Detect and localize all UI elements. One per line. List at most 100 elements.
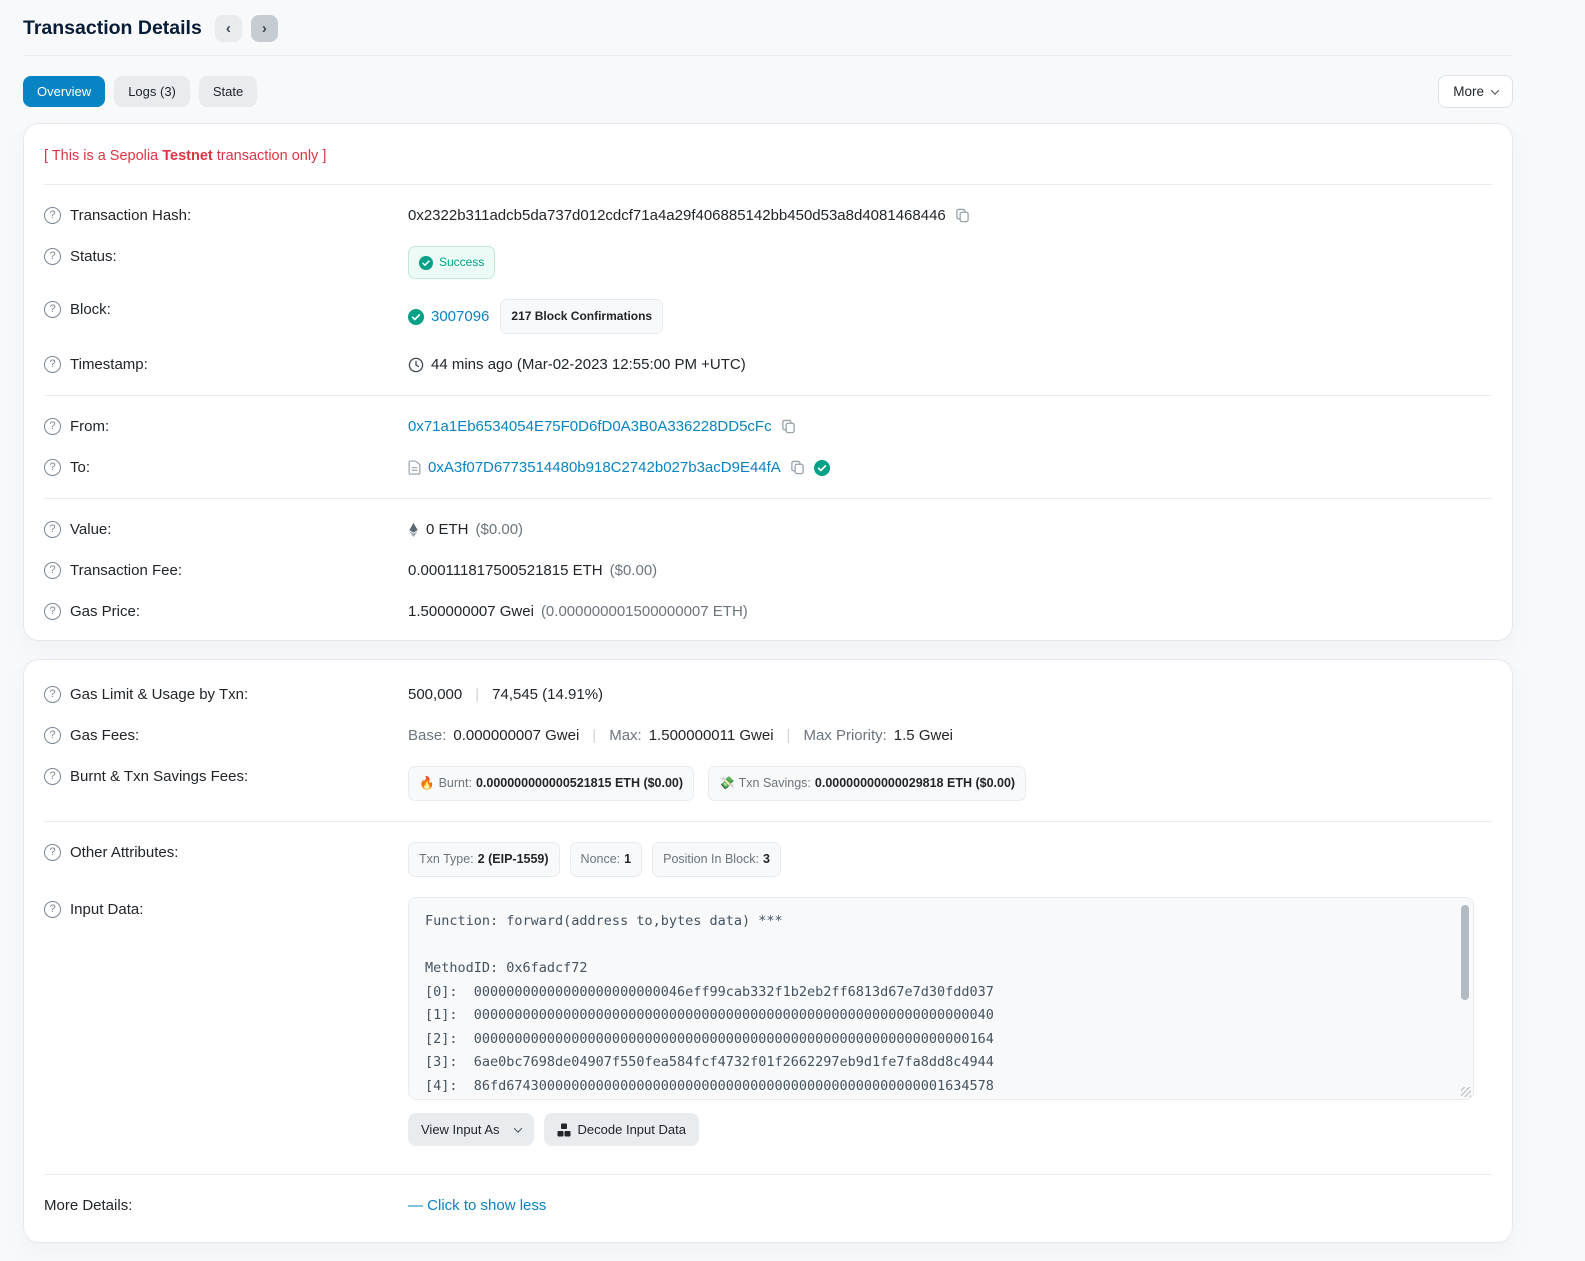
tab-overview[interactable]: Overview — [23, 76, 106, 107]
gas-price-row: ? Gas Price: 1.500000007 Gwei (0.0000000… — [44, 591, 1492, 632]
tab-state[interactable]: State — [198, 76, 258, 107]
input-data-line: MethodID: 0x6fadcf72 — [425, 960, 588, 976]
timestamp-value: 44 mins ago (Mar-02-2023 12:55:00 PM +UT… — [431, 356, 746, 373]
help-icon: ? — [44, 521, 61, 538]
burnt-fee-badge: 🔥 Burnt: 0.000000000000521815 ETH ($0.00… — [408, 766, 695, 801]
help-icon: ? — [44, 844, 61, 861]
help-icon: ? — [44, 686, 61, 703]
input-data-line: [5]: 543a0000000000000000000000000000000… — [425, 1098, 1447, 1099]
block-row: ? Block: 3007096 217 Block Confirmations — [44, 289, 1492, 344]
timestamp-label: ? Timestamp: — [44, 354, 408, 375]
previous-transaction-button[interactable]: ‹ — [214, 15, 242, 42]
position-in-block-badge: Position In Block: 3 — [652, 842, 781, 877]
copy-icon — [781, 419, 795, 434]
divider — [44, 1174, 1492, 1175]
value-amount: 0 ETH — [426, 521, 469, 538]
copy-from-address-button[interactable] — [779, 419, 798, 434]
verified-check-icon — [813, 459, 830, 476]
help-icon: ? — [44, 301, 61, 318]
separator: | — [786, 727, 791, 744]
fire-icon: 🔥 — [419, 776, 435, 790]
view-input-as-button[interactable]: View Input As — [408, 1113, 534, 1146]
to-address-link[interactable]: 0xA3f07D6773514480b918C2742b027b3acD9E44… — [428, 457, 781, 478]
block-label: ? Block: — [44, 299, 408, 320]
page-title: Transaction Details — [23, 17, 202, 39]
from-address-link[interactable]: 0x71a1Eb6534054E75F0D6fD0A3B0A336228DD5c… — [408, 416, 772, 437]
max-priority-fee-label: Max Priority: — [803, 727, 887, 744]
burnt-savings-row: ? Burnt & Txn Savings Fees: 🔥 Burnt: 0.0… — [44, 756, 1492, 811]
base-fee-value: 0.000000007 Gwei — [453, 727, 580, 744]
gas-usage-value: 74,545 (14.91%) — [492, 686, 604, 703]
copy-icon — [791, 460, 804, 475]
chevron-left-icon: ‹ — [225, 20, 231, 37]
details-card: ? Gas Limit & Usage by Txn: 500,000 | 74… — [23, 659, 1513, 1243]
help-icon: ? — [44, 768, 61, 785]
next-transaction-button[interactable]: › — [250, 15, 278, 42]
overview-card: [ This is a Sepolia Testnet transaction … — [23, 123, 1513, 641]
tabs: Overview Logs (3) State — [23, 76, 258, 107]
nonce-value: 1 — [624, 852, 632, 866]
value-row: ? Value: 0 ETH ($0.00) — [44, 509, 1492, 550]
input-data-textarea[interactable]: Function: forward(address to,bytes data)… — [408, 897, 1474, 1100]
more-dropdown-label: More — [1453, 84, 1484, 99]
help-icon: ? — [44, 248, 61, 265]
position-in-block-value: 3 — [763, 852, 770, 866]
transaction-fee-row: ? Transaction Fee: 0.000111817500521815 … — [44, 550, 1492, 591]
input-data-line — [425, 934, 1447, 958]
copy-to-address-button[interactable] — [788, 460, 807, 475]
status-badge: Success — [408, 246, 496, 279]
input-data-row: ? Input Data: Function: forward(address … — [44, 887, 1492, 1156]
block-number-link[interactable]: 3007096 — [431, 306, 489, 327]
transaction-fee-usd: ($0.00) — [609, 562, 658, 579]
input-data-line: [3]: 6ae0bc7698de04907f550fea584fcf4732f… — [425, 1054, 994, 1070]
copy-hash-button[interactable] — [953, 208, 972, 223]
divider — [44, 395, 1492, 396]
input-data-label: ? Input Data: — [44, 897, 408, 920]
burnt-savings-label: ? Burnt & Txn Savings Fees: — [44, 766, 408, 787]
value-usd: ($0.00) — [475, 521, 524, 538]
help-icon: ? — [44, 356, 61, 373]
other-attributes-row: ? Other Attributes: Txn Type: 2 (EIP-155… — [44, 832, 1492, 887]
testnet-warning-bold: Testnet — [162, 148, 213, 164]
decode-blocks-icon — [557, 1123, 571, 1136]
tab-logs[interactable]: Logs (3) — [114, 76, 190, 107]
separator: | — [475, 686, 480, 703]
max-fee-value: 1.500000011 Gwei — [648, 727, 774, 744]
input-data-line: [4]: 86fd6743000000000000000000000000000… — [425, 1077, 994, 1094]
show-less-link[interactable]: — Click to show less — [408, 1195, 546, 1216]
decode-input-data-button[interactable]: Decode Input Data — [543, 1113, 699, 1146]
resize-handle[interactable] — [1461, 1087, 1471, 1097]
transaction-details-page: Transaction Details ‹ › Overview Logs (3… — [23, 0, 1513, 1243]
gas-limit-label: ? Gas Limit & Usage by Txn: — [44, 684, 408, 705]
status-row: ? Status: Success — [44, 236, 1492, 289]
chevron-right-icon: › — [261, 20, 267, 37]
from-row: ? From: 0x71a1Eb6534054E75F0D6fD0A3B0A33… — [44, 406, 1492, 447]
help-icon: ? — [44, 207, 61, 224]
gas-fees-row: ? Gas Fees: Base: 0.000000007 Gwei | Max… — [44, 715, 1492, 756]
block-confirmations-badge: 217 Block Confirmations — [500, 299, 664, 334]
txn-type-badge: Txn Type: 2 (EIP-1559) — [408, 842, 560, 877]
separator: | — [592, 727, 597, 744]
divider — [44, 184, 1492, 185]
copy-icon — [955, 208, 969, 223]
more-dropdown-button[interactable]: More — [1438, 75, 1513, 108]
to-label: ? To: — [44, 457, 408, 478]
txn-savings-badge: 💸 Txn Savings: 0.00000000000029818 ETH (… — [708, 766, 1027, 801]
help-icon: ? — [44, 459, 61, 476]
money-wings-icon: 💸 — [719, 776, 735, 790]
divider — [44, 821, 1492, 822]
transaction-fee-label: ? Transaction Fee: — [44, 560, 408, 581]
status-label: ? Status: — [44, 246, 408, 267]
nonce-badge: Nonce: 1 — [569, 842, 643, 877]
chevron-down-icon — [1490, 85, 1500, 95]
more-details-row: More Details: — Click to show less — [44, 1185, 1492, 1234]
transaction-fee-amount: 0.000111817500521815 ETH — [408, 562, 603, 579]
help-icon: ? — [44, 727, 61, 744]
status-badge-label: Success — [439, 255, 485, 269]
gas-limit-row: ? Gas Limit & Usage by Txn: 500,000 | 74… — [44, 668, 1492, 715]
txn-savings-value: 0.00000000000029818 ETH ($0.00) — [814, 776, 1016, 790]
scrollbar-thumb[interactable] — [1461, 905, 1469, 1000]
timestamp-row: ? Timestamp: 44 mins ago (Mar-02-2023 12… — [44, 344, 1492, 385]
help-icon: ? — [44, 603, 61, 620]
page-header: Transaction Details ‹ › — [23, 0, 1513, 56]
